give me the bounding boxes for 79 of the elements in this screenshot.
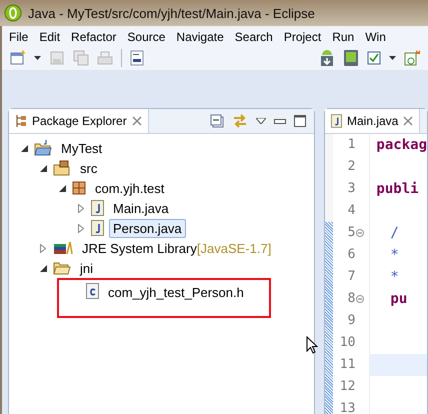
package-explorer-tab[interactable]: Package Explorer — [9, 109, 149, 133]
new-window-icon[interactable] — [10, 50, 26, 66]
java-file-icon — [331, 114, 342, 128]
close-icon[interactable] — [132, 116, 142, 126]
printer-icon — [97, 50, 113, 66]
collapsed-triangle-icon[interactable] — [40, 244, 46, 252]
expanded-triangle-icon[interactable] — [40, 164, 46, 172]
tab-label: Package Explorer — [32, 114, 127, 128]
line-number: 13 — [338, 400, 356, 414]
code-text: publi — [376, 181, 419, 197]
binary-document-icon[interactable] — [130, 50, 144, 66]
code-text: pu — [390, 291, 408, 307]
menu-item[interactable]: Win — [358, 30, 390, 44]
library-version: [JavaSE-1.7] — [196, 240, 272, 256]
line-number: 9 — [346, 312, 356, 330]
dropdown-caret-icon[interactable] — [389, 56, 396, 60]
line-number: 12 — [338, 378, 356, 396]
android-device-icon[interactable] — [343, 49, 359, 67]
tree-item[interactable]: com.yjh.test — [91, 178, 168, 198]
expanded-triangle-icon[interactable] — [40, 264, 46, 272]
app-logo-icon — [4, 4, 22, 22]
line-number: 11 — [338, 356, 356, 374]
minimize-icon[interactable] — [274, 118, 286, 124]
save-all-icon — [73, 50, 89, 66]
line-number: 6 — [346, 246, 356, 264]
dropdown-caret-icon[interactable] — [34, 56, 41, 60]
window-title: Java - MyTest/src/com/yjh/test/Main.java - Eclipse — [28, 6, 315, 20]
line-number: 10 — [338, 334, 356, 352]
new-android-class-icon[interactable] — [404, 50, 420, 66]
code-text: / — [390, 225, 399, 241]
code-text: * — [390, 269, 399, 285]
expanded-triangle-icon[interactable] — [20, 144, 28, 152]
fold-minus-icon[interactable] — [356, 295, 364, 303]
line-number: 3 — [346, 180, 356, 198]
line-number: 5 — [346, 224, 356, 242]
tree-item[interactable]: src — [76, 158, 102, 178]
menu-item[interactable]: Project — [276, 30, 326, 44]
project-folder-icon — [34, 140, 52, 156]
expanded-triangle-icon[interactable] — [58, 184, 66, 192]
java-file-icon — [91, 200, 104, 216]
editor-tab[interactable]: Main.java — [325, 109, 420, 133]
code-text: packag — [376, 137, 427, 153]
close-icon[interactable] — [403, 116, 414, 126]
code-text: * — [390, 247, 399, 263]
menu-item[interactable]: Search — [228, 30, 277, 44]
tree-item[interactable]: jni — [76, 258, 98, 278]
menu-item[interactable]: Navigate — [169, 30, 228, 44]
line-number: 4 — [346, 202, 356, 220]
collapsed-triangle-icon[interactable] — [78, 224, 84, 232]
checkbox-icon[interactable] — [367, 51, 381, 65]
collapse-all-icon[interactable] — [210, 114, 224, 128]
menu-item[interactable]: Run — [325, 30, 358, 44]
menu-item[interactable]: File — [2, 30, 32, 44]
collapsed-triangle-icon[interactable] — [78, 204, 84, 212]
package-tree-icon — [15, 115, 27, 127]
c-file-icon — [86, 283, 99, 299]
save-icon — [49, 50, 65, 66]
maximize-icon[interactable] — [294, 115, 306, 127]
menu-item[interactable]: Refactor — [64, 30, 120, 44]
line-number: 8 — [346, 290, 356, 308]
view-menu-icon[interactable] — [256, 118, 266, 124]
package-icon — [72, 181, 86, 195]
folder-icon — [53, 261, 71, 275]
java-file-icon — [91, 220, 104, 236]
menu-item[interactable]: Source — [120, 30, 170, 44]
tree-item[interactable]: JRE System Library[JavaSE-1.7] — [78, 238, 276, 258]
tab-label: Main.java — [347, 114, 398, 128]
menu-item[interactable]: Edit — [32, 30, 64, 44]
tree-item[interactable]: com_yjh_test_Person.h — [104, 283, 248, 302]
tree-item[interactable]: Main.java — [109, 198, 173, 218]
library-books-icon — [53, 241, 73, 255]
android-download-icon[interactable] — [319, 49, 335, 67]
tree-item[interactable]: MyTest — [57, 138, 106, 158]
fold-minus-icon[interactable] — [356, 229, 364, 237]
tree-item[interactable]: Person.java — [109, 218, 186, 238]
line-number: 7 — [346, 268, 356, 286]
source-folder-icon — [53, 160, 71, 176]
line-number: 1 — [346, 136, 356, 154]
line-number: 2 — [346, 158, 356, 176]
